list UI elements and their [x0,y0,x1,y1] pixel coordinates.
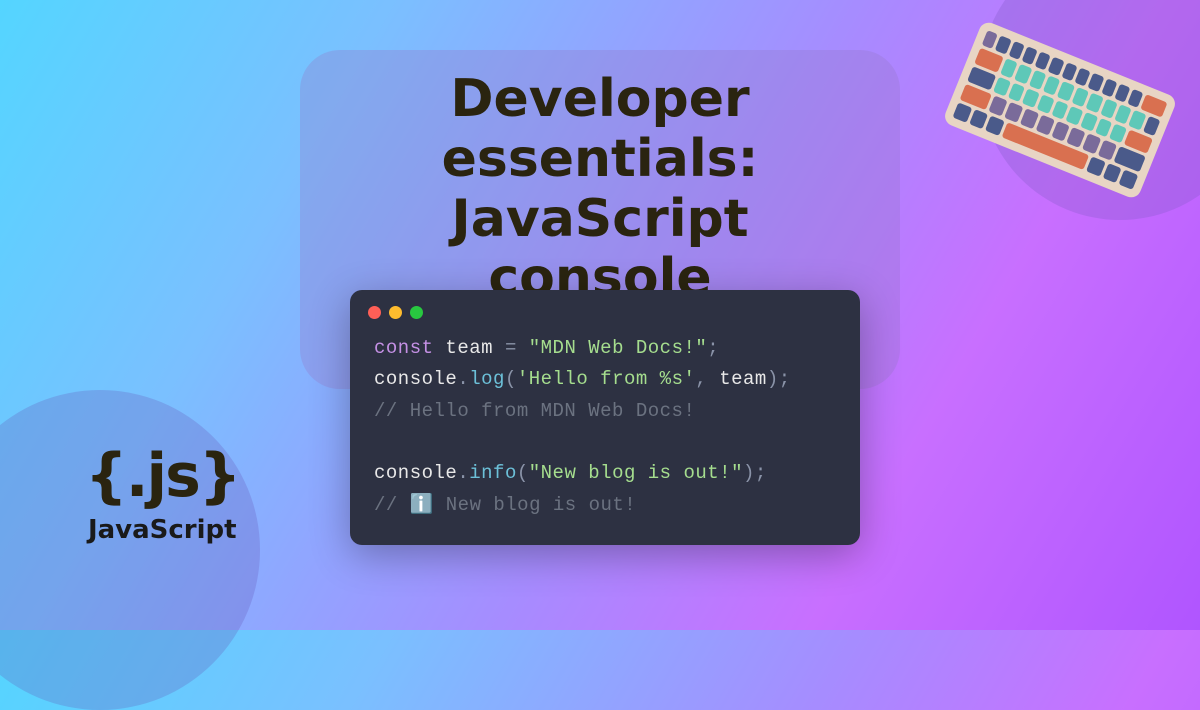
code-block: const team = "MDN Web Docs!"; console.lo… [350,333,860,521]
decorative-circle-bottom-left [0,390,260,710]
maximize-icon [410,306,423,319]
code-line-2: console.log('Hello from %s', team); [374,364,836,395]
code-window: const team = "MDN Web Docs!"; console.lo… [350,290,860,545]
js-logo-text: {.js} [85,441,240,511]
window-traffic-lights [350,306,860,333]
js-label: JavaScript [85,515,240,545]
minimize-icon [389,306,402,319]
code-line-3: // Hello from MDN Web Docs! [374,396,836,427]
code-line-6: // ℹ️ New blog is out! [374,490,836,521]
javascript-badge: {.js} JavaScript [85,441,240,545]
code-line-1: const team = "MDN Web Docs!"; [374,333,836,364]
code-blank-line [374,427,836,458]
code-line-5: console.info("New blog is out!"); [374,458,836,489]
close-icon [368,306,381,319]
